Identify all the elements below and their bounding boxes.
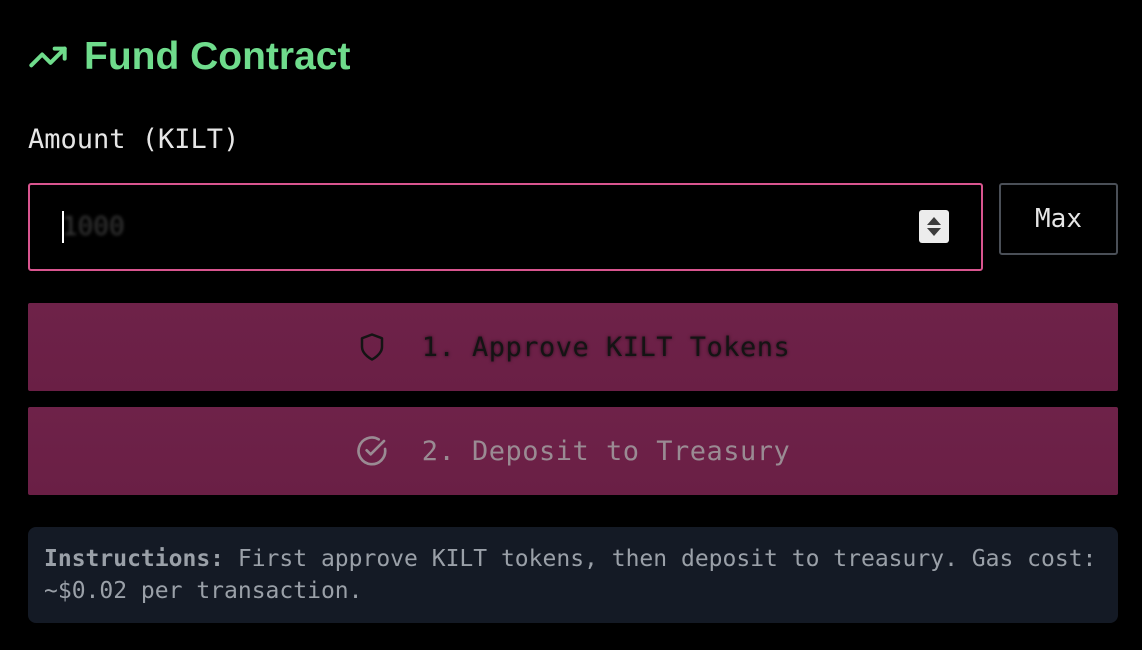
deposit-treasury-button[interactable]: 2. Deposit to Treasury [28,407,1118,495]
number-stepper[interactable] [919,210,949,243]
instructions-heading: Instructions: [44,546,225,572]
instructions-box: Instructions: First approve KILT tokens,… [28,527,1118,623]
text-caret [62,211,64,243]
amount-label: Amount (KILT) [28,124,240,155]
approve-tokens-button[interactable]: 1. Approve KILT Tokens [28,303,1118,391]
decrement-arrow-icon[interactable] [927,228,941,236]
trending-up-icon [28,37,68,77]
check-circle-icon [356,435,388,467]
shield-icon [356,331,388,363]
page-title: Fund Contract [84,35,351,78]
approve-tokens-label: 1. Approve KILT Tokens [421,331,791,363]
amount-field[interactable] [28,183,983,271]
max-button[interactable]: Max [999,183,1118,255]
increment-arrow-icon[interactable] [927,217,941,225]
panel-header: Fund Contract [28,34,350,80]
amount-input[interactable] [30,185,981,269]
deposit-treasury-label: 2. Deposit to Treasury [421,435,791,467]
fund-contract-panel: Fund Contract Amount (KILT) Max 1. Appro… [0,0,1142,650]
